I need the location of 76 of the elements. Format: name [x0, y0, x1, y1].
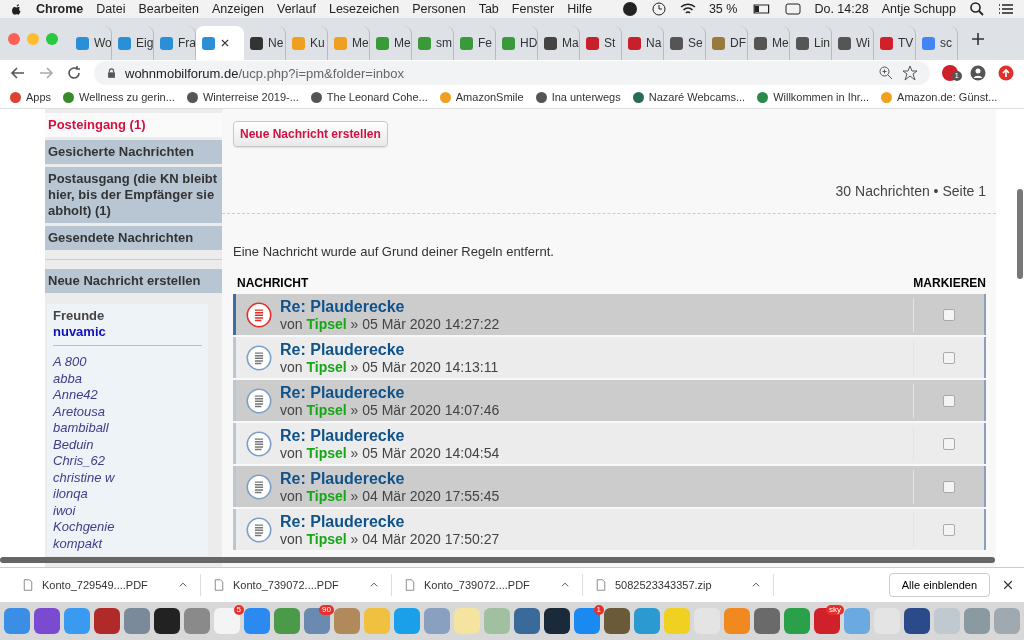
folder-link[interactable]: Gesicherte Nachrichten [45, 140, 222, 164]
extension-badge: 1 [951, 71, 962, 81]
app-menu[interactable]: Chrome [36, 2, 84, 16]
offline-friend[interactable]: iwoi [53, 502, 202, 519]
bookmark-link[interactable]: Willkommen in Ihr... [757, 91, 870, 103]
menu-item[interactable]: Hilfe [567, 2, 593, 16]
offline-friend[interactable]: Chris_62 [53, 453, 202, 470]
user-name[interactable]: Antje Schupp [881, 2, 956, 16]
dock-badge: 90 [319, 605, 334, 615]
download-name[interactable]: 5082523343357.zip [615, 579, 743, 591]
offline-friend[interactable]: Kochgenie [53, 519, 202, 536]
battery-percent: 35 % [708, 2, 738, 16]
bookmark-link[interactable]: Nazaré Webcams... [632, 91, 746, 103]
message-row[interactable]: Re: Plauderecke von Tipsel » 05 Mär 2020 14:07:46 [233, 380, 986, 421]
menu-item[interactable]: Anzeigen [211, 2, 264, 16]
menu-item[interactable]: Bearbeiten [138, 2, 199, 16]
bookmark-link[interactable]: Ina unterwegs [535, 91, 621, 103]
message-meta: von Tipsel » 05 Mär 2020 14:07:46 [280, 401, 501, 418]
friends-title: Freunde [53, 308, 106, 323]
message-row[interactable]: Re: Plauderecke von Tipsel » 05 Mär 2020 14:27:22 [233, 294, 986, 335]
menu-item[interactable]: Lesezeichen [328, 2, 400, 16]
message-subject[interactable]: Re: Plauderecke [280, 297, 913, 316]
offline-friend[interactable]: christine w [53, 469, 202, 486]
show-all-button[interactable]: Alle einblenden [888, 573, 990, 597]
folder-link[interactable]: Postausgang (die KN bleibt hier, bis der Empfänger sie abholt) (1) [45, 167, 222, 223]
message-meta: von Tipsel » 05 Mär 2020 14:13:11 [280, 358, 500, 375]
dock-badge: sky [826, 605, 844, 615]
message-subject[interactable]: Re: Plauderecke [280, 426, 913, 445]
message-subject[interactable]: Re: Plauderecke [280, 383, 913, 402]
message-subject[interactable]: Re: Plauderecke [280, 512, 913, 531]
offline-friend[interactable]: bambiball [53, 420, 202, 437]
address-field[interactable]: wohnmobilforum.de/ucp.php?i=pm&folder=inbox [94, 61, 930, 85]
menu-item[interactable]: Tab [478, 2, 499, 16]
online-friend[interactable]: nuvamic [53, 323, 202, 341]
download-name[interactable]: Konto_739072....PDF [233, 579, 361, 591]
message-row[interactable]: Re: Plauderecke von Tipsel » 04 Mär 2020 17:50:27 [233, 509, 986, 550]
pagination-text: 30 Nachrichten • Seite 1 [835, 183, 986, 199]
offline-friend[interactable]: A 800 [53, 354, 202, 371]
offline-friend[interactable]: Aretousa [53, 403, 202, 420]
message-subject[interactable]: Re: Plauderecke [280, 340, 913, 359]
clock: Do. 14:28 [814, 2, 869, 16]
column-header: NACHRICHT [237, 276, 309, 290]
notice-text: Eine Nachricht wurde auf Grund deiner Regeln entfernt. [233, 244, 555, 259]
url-text: wohnmobilforum.de/ucp.php?i=pm&folder=inbox [125, 65, 404, 81]
dock-badge: 1 [593, 605, 604, 615]
menu-item[interactable]: Fenster [511, 2, 555, 16]
bookmark-link[interactable]: Winterreise 2019-... [186, 91, 299, 103]
offline-friend[interactable]: kompakt [53, 535, 202, 552]
download-name[interactable]: Konto_739072....PDF [424, 579, 552, 591]
message-row[interactable]: Re: Plauderecke von Tipsel » 05 Mär 2020 14:04:54 [233, 423, 986, 464]
folder-link[interactable]: Posteingang (1) [45, 113, 222, 137]
bookmark-link[interactable]: Amazon.de: Günst... [881, 91, 998, 103]
bookmark-link[interactable]: AmazonSmile [439, 91, 524, 103]
dock-badge: 5 [233, 605, 244, 615]
menu-item[interactable]: Datei [96, 2, 126, 16]
offline-friend[interactable]: Anne42 [53, 387, 202, 404]
message-row[interactable]: Re: Plauderecke von Tipsel » 05 Mär 2020 14:13:11 [233, 337, 986, 378]
offline-friend[interactable]: abba [53, 370, 202, 387]
message-meta: von Tipsel » 04 Mär 2020 17:55:45 [280, 487, 501, 504]
menu-item[interactable]: Verlauf [277, 2, 316, 16]
message-subject[interactable]: Re: Plauderecke [280, 469, 913, 488]
message-row[interactable]: Re: Plauderecke von Tipsel » 04 Mär 2020 17:55:45 [233, 466, 986, 507]
folder-link[interactable]: Gesendete Nachrichten [45, 226, 222, 250]
column-header: MARKIEREN [913, 276, 986, 290]
message-meta: von Tipsel » 05 Mär 2020 14:27:22 [280, 315, 501, 332]
offline-friend[interactable]: Beduin [53, 436, 202, 453]
message-meta: von Tipsel » 04 Mär 2020 17:50:27 [280, 530, 501, 547]
offline-friend[interactable]: ilonqa [53, 486, 202, 503]
compose-button[interactable]: Neue Nachricht erstellen [233, 121, 388, 147]
message-meta: von Tipsel » 05 Mär 2020 14:04:54 [280, 444, 501, 461]
download-name[interactable]: Konto_729549....PDF [42, 579, 170, 591]
bookmark-link[interactable]: Wellness zu gerin... [63, 91, 175, 103]
bookmark-link[interactable]: The Leonard Cohe... [310, 91, 428, 103]
bookmark-link[interactable]: Apps [10, 91, 52, 103]
menu-item[interactable]: Personen [412, 2, 466, 16]
compose-link[interactable]: Neue Nachricht erstellen [45, 269, 222, 293]
